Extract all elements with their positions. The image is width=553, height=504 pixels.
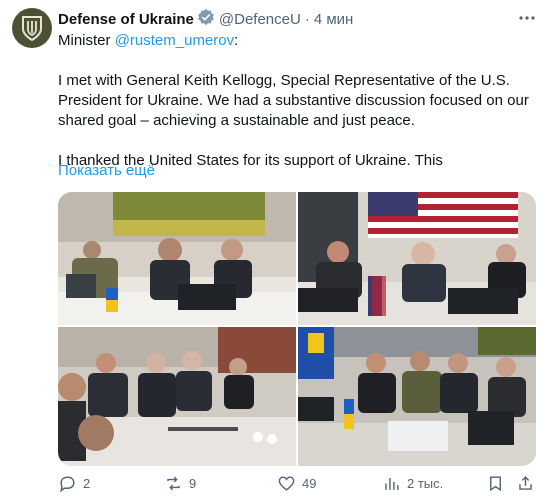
media-grid [58,192,536,466]
photo-2-image [298,192,536,325]
tweet-time[interactable]: 4 мин [314,11,354,28]
photo-1-image [58,192,296,325]
views-button[interactable]: 2 тыс. [382,474,443,493]
author-name[interactable]: Defense of Ukraine [58,11,194,28]
views-icon [385,477,399,490]
photo-3-image [58,327,296,466]
tweet-colon: : [234,32,239,49]
photo-3[interactable] [58,327,296,466]
reply-button[interactable]: 2 [58,474,90,493]
tweet-line-1: Minister @rustem_umerov: [58,31,536,51]
repost-button[interactable]: 9 [164,474,196,493]
like-count: 49 [302,476,317,491]
repost-icon [167,476,180,491]
reply-icon [60,476,75,493]
tweet-prefix: Minister [58,32,115,49]
share-icon [519,476,532,490]
photo-4[interactable] [298,327,536,466]
bookmark-icon [490,476,501,492]
mention-link[interactable]: @rustem_umerov [115,32,234,49]
like-button[interactable]: 49 [277,474,316,493]
verified-badge-icon [197,8,215,30]
author-handle[interactable]: @DefenceU [219,11,301,28]
bookmark-button[interactable] [486,474,511,493]
more-options-icon[interactable] [517,8,537,28]
tweet-header: Defense of Ukraine @DefenceU · 4 мин [58,8,354,30]
tweet-text: Minister @rustem_umerov: I met with Gene… [58,31,536,171]
photo-4-image [298,327,536,466]
repost-count: 9 [189,476,197,491]
tweet-paragraph-1: I met with General Keith Kellogg, Specia… [58,72,529,129]
like-icon [278,476,295,491]
action-bar: 2 9 49 2 тыс. [58,474,536,496]
share-button[interactable] [516,474,541,493]
reply-count: 2 [83,476,91,491]
show-more-link[interactable]: Показать ещё [58,162,155,179]
photo-1[interactable] [58,192,296,325]
photo-2[interactable] [298,192,536,325]
author-avatar[interactable] [12,8,52,48]
avatar-emblem-icon [22,16,42,41]
views-count: 2 тыс. [407,476,444,491]
header-separator: · [304,10,310,28]
